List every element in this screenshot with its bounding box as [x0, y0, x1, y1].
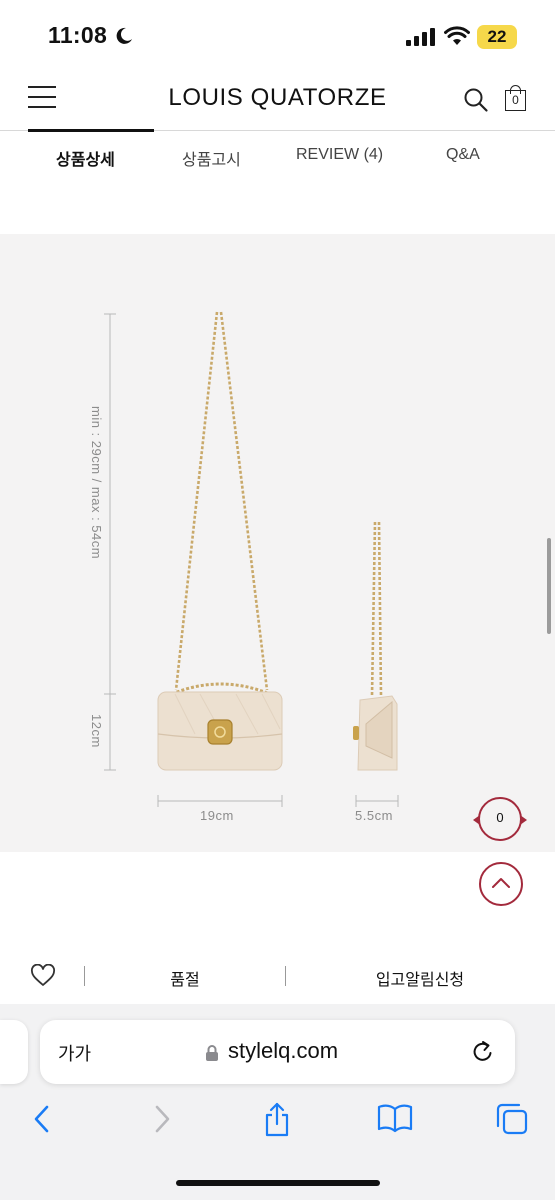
text-size-button[interactable]: 가가 [58, 1040, 91, 1066]
tab-qna[interactable]: Q&A [446, 146, 480, 164]
status-bar: 11:08 22 [0, 0, 555, 70]
scroll-to-top-button[interactable] [479, 862, 523, 906]
recently-viewed-button[interactable]: 0 [473, 797, 527, 841]
divider [84, 966, 85, 986]
bookmarks-icon[interactable] [377, 1102, 413, 1134]
tabs-icon[interactable] [495, 1102, 529, 1136]
heart-icon[interactable] [30, 964, 56, 988]
divider [285, 966, 286, 986]
bag-height-label: 12cm [89, 714, 104, 748]
share-icon[interactable] [262, 1102, 292, 1138]
tab-product-notice[interactable]: 상품고시 [182, 146, 241, 170]
url-text[interactable]: stylelq.com [228, 1038, 338, 1064]
battery-indicator: 22 [477, 25, 517, 49]
address-bar[interactable]: 가가 stylelq.com [40, 1020, 515, 1084]
restock-notify-button[interactable]: 입고알림신청 [340, 966, 500, 990]
browser-toolbar [0, 1102, 555, 1148]
detail-tabs: 상품상세 상품고시 REVIEW (4) Q&A [0, 134, 555, 180]
reload-icon[interactable] [470, 1039, 496, 1065]
cart-count: 0 [512, 93, 519, 107]
scrollbar-thumb[interactable] [547, 538, 551, 634]
bag-width-label: 19cm [200, 808, 234, 823]
previous-tab-preview[interactable] [0, 1020, 28, 1084]
cart-icon[interactable]: 0 [504, 85, 528, 111]
strap-length-label: min : 29cm / max : 54cm [89, 406, 104, 560]
wifi-icon [444, 26, 470, 45]
moon-icon [116, 27, 132, 44]
active-tab-indicator [28, 129, 154, 132]
recently-viewed-count: 0 [496, 810, 504, 825]
cellular-signal-icon [406, 28, 435, 46]
search-icon[interactable] [463, 87, 489, 113]
back-icon[interactable] [30, 1102, 54, 1136]
site-header: LOUIS QUATORZE 0 [0, 70, 555, 130]
tab-product-detail[interactable]: 상품상세 [56, 146, 115, 170]
home-indicator [176, 1180, 380, 1186]
product-image: min : 29cm / max : 54cm 12cm 19cm 5.5cm [0, 234, 555, 852]
lock-icon [206, 1045, 218, 1061]
chevron-up-icon [492, 878, 510, 888]
forward-icon[interactable] [150, 1102, 174, 1136]
status-time: 11:08 [48, 22, 108, 48]
purchase-bar: 품절 입고알림신청 [0, 950, 555, 1002]
bag-depth-label: 5.5cm [355, 808, 393, 823]
tab-review[interactable]: REVIEW (4) [296, 146, 383, 164]
soldout-button[interactable]: 품절 [140, 966, 230, 990]
browser-chrome: 가가 stylelq.com [0, 1004, 555, 1200]
